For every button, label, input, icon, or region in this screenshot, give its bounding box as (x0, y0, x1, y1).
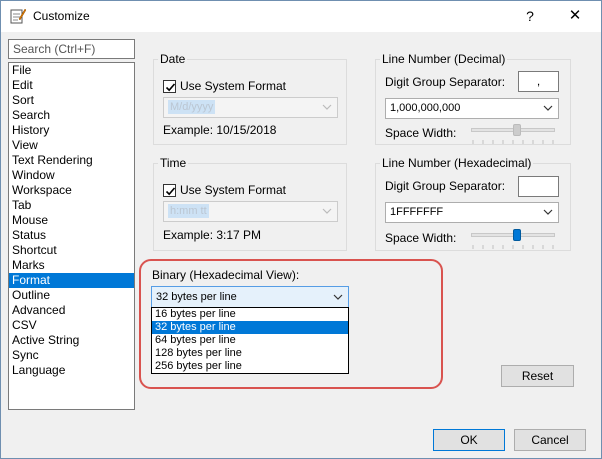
category-list[interactable]: File Edit Sort Search History View Text Render… (8, 62, 135, 410)
binary-selected-value: 32 bytes per line (156, 291, 237, 303)
category-item-marks[interactable]: Marks (9, 258, 134, 273)
category-item-tab[interactable]: Tab (9, 198, 134, 213)
line-hex-format-combo[interactable]: 1FFFFFFF (385, 202, 559, 223)
binary-combo[interactable]: 32 bytes per line (151, 286, 349, 308)
category-item-advanced[interactable]: Advanced (9, 303, 134, 318)
binary-option[interactable]: 16 bytes per line (152, 308, 348, 321)
category-item-window[interactable]: Window (9, 168, 134, 183)
line-hex-title: Line Number (Hexadecimal) (380, 156, 534, 170)
category-item-language[interactable]: Language (9, 363, 134, 378)
category-item-edit[interactable]: Edit (9, 78, 134, 93)
category-item-workspace[interactable]: Workspace (9, 183, 134, 198)
check-icon (165, 82, 176, 91)
chevron-down-icon (322, 104, 332, 110)
category-item-csv[interactable]: CSV (9, 318, 134, 333)
ok-button[interactable]: OK (433, 429, 505, 451)
line-hex-format-value: 1FFFFFFF (390, 206, 444, 218)
category-item-status[interactable]: Status (9, 228, 134, 243)
line-decimal-format-combo[interactable]: 1,000,000,000 (385, 98, 559, 119)
binary-option[interactable]: 64 bytes per line (152, 334, 348, 347)
line-hex-separator-label: Digit Group Separator: (385, 179, 506, 193)
checkbox-box[interactable] (163, 183, 176, 197)
app-icon (10, 8, 26, 24)
date-format-combo: M/d/yyyy (163, 97, 338, 118)
category-item-view[interactable]: View (9, 138, 134, 153)
line-hex-slider-thumb[interactable] (513, 229, 522, 241)
time-use-system-checkbox[interactable]: Use System Format (163, 182, 286, 198)
line-decimal-space-label: Space Width: (385, 126, 457, 140)
category-item-active-string[interactable]: Active String (9, 333, 134, 348)
binary-option[interactable]: 32 bytes per line (152, 321, 348, 334)
category-item-sort[interactable]: Sort (9, 93, 134, 108)
slider-ticks (472, 140, 554, 144)
line-decimal-title: Line Number (Decimal) (380, 52, 508, 66)
category-item-mouse[interactable]: Mouse (9, 213, 134, 228)
category-item-outline[interactable]: Outline (9, 288, 134, 303)
chevron-down-icon (543, 105, 553, 111)
help-button[interactable]: ? (515, 5, 545, 27)
category-item-format[interactable]: Format (9, 273, 134, 288)
checkbox-box[interactable] (163, 79, 176, 93)
date-group-title: Date (158, 52, 188, 66)
category-item-search[interactable]: Search (9, 108, 134, 123)
check-icon (165, 186, 176, 195)
line-decimal-format-value: 1,000,000,000 (390, 102, 461, 114)
line-decimal-separator-input[interactable]: , (518, 71, 559, 92)
time-example: Example: 3:17 PM (163, 228, 262, 242)
category-item-shortcut[interactable]: Shortcut (9, 243, 134, 258)
binary-option[interactable]: 256 bytes per line (152, 360, 348, 373)
binary-dropdown-list[interactable]: 16 bytes per line 32 bytes per line 64 byt… (151, 307, 349, 374)
slider-ticks (472, 245, 554, 249)
line-hex-space-label: Space Width: (385, 231, 457, 245)
close-button[interactable]: ✕ (557, 5, 593, 27)
time-group-title: Time (158, 156, 189, 170)
reset-button[interactable]: Reset (501, 365, 574, 387)
category-item-sync[interactable]: Sync (9, 348, 134, 363)
title-bar: Customize ? ✕ (1, 1, 601, 32)
date-use-system-checkbox[interactable]: Use System Format (163, 78, 286, 94)
time-format-value: h:mm tt (168, 204, 209, 218)
search-input[interactable] (8, 39, 135, 59)
customize-dialog: Customize ? ✕ FileEditSortSearchHistoryV… (0, 0, 602, 459)
time-use-system-label: Use System Format (180, 183, 287, 197)
category-item-file[interactable]: File (9, 63, 134, 78)
line-decimal-slider-thumb[interactable] (513, 124, 522, 136)
category-item-history[interactable]: History (9, 123, 134, 138)
binary-label: Binary (Hexadecimal View): (152, 268, 300, 282)
chevron-down-icon (333, 294, 343, 300)
cancel-button[interactable]: Cancel (514, 429, 586, 451)
category-item-text-rendering[interactable]: Text Rendering (9, 153, 134, 168)
chevron-down-icon (322, 208, 332, 214)
date-format-value: M/d/yyyy (168, 100, 216, 114)
line-decimal-separator-label: Digit Group Separator: (385, 75, 506, 89)
binary-option[interactable]: 128 bytes per line (152, 347, 348, 360)
date-example: Example: 10/15/2018 (163, 123, 277, 137)
chevron-down-icon (543, 209, 553, 215)
time-format-combo: h:mm tt (163, 201, 338, 222)
window-title: Customize (33, 9, 90, 23)
date-use-system-label: Use System Format (180, 79, 287, 93)
line-hex-separator-input[interactable] (518, 176, 559, 197)
